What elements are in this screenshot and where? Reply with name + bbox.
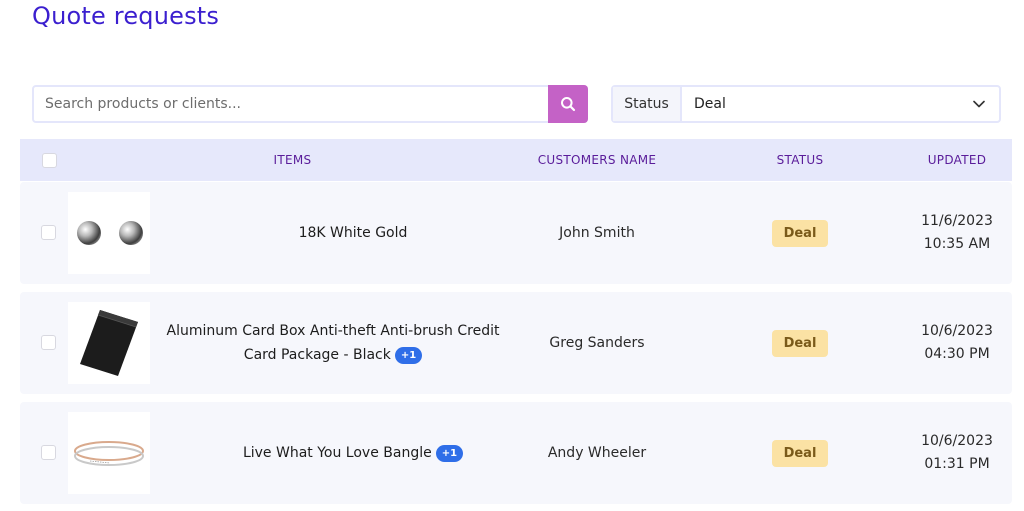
earrings-image: [77, 221, 143, 245]
customer-name: Greg Sanders: [549, 335, 645, 351]
updated-date: 11/6/2023: [921, 213, 993, 229]
updated-cell: 10/6/2023 04:30 PM: [900, 292, 1014, 394]
customer-name: Andy Wheeler: [547, 445, 647, 461]
select-all-checkbox[interactable]: [42, 152, 57, 168]
updated-cell: 11/6/2023 10:35 AM: [900, 182, 1014, 284]
table-row[interactable]: Live What You Love Bangle +1 Andy Wheeler…: [20, 402, 1012, 504]
status-cell: Deal: [758, 182, 842, 284]
status-badge: Deal: [771, 329, 829, 357]
product-thumbnail: [68, 412, 150, 494]
status-badge: Deal: [771, 219, 829, 247]
quote-requests-page: Quote requests Status Deal: [0, 0, 1024, 511]
status-filter-label: Status: [613, 87, 682, 121]
status-select-value: Deal: [694, 96, 726, 112]
item-name-cell: Live What You Love Bangle +1: [160, 402, 506, 504]
column-header-status[interactable]: STATUS: [750, 139, 850, 181]
updated-date: 10/6/2023: [921, 433, 993, 449]
page-title: Quote requests: [32, 2, 220, 30]
table-header: ITEMS CUSTOMERS NAME STATUS UPDATED: [20, 139, 1012, 181]
status-cell: Deal: [758, 402, 842, 504]
updated-time: 01:31 PM: [924, 456, 990, 472]
card-box-image: [80, 310, 138, 376]
bangle-image: [74, 441, 144, 466]
status-badge: Deal: [771, 439, 829, 467]
item-name[interactable]: Aluminum Card Box Anti-theft Anti-brush …: [167, 323, 500, 363]
product-thumbnail: [68, 302, 150, 384]
select-all-cell: [42, 139, 57, 181]
extra-items-badge[interactable]: +1: [394, 346, 423, 364]
customer-name: John Smith: [559, 225, 635, 241]
item-name-cell: 18K White Gold: [160, 182, 506, 284]
updated-cell: 10/6/2023 01:31 PM: [900, 402, 1014, 504]
table-row[interactable]: 18K White Gold John Smith Deal 11/6/2023…: [20, 182, 1012, 284]
search-icon: [560, 96, 576, 112]
search-button[interactable]: [548, 85, 588, 123]
table-row[interactable]: Aluminum Card Box Anti-theft Anti-brush …: [20, 292, 1012, 394]
updated-time: 10:35 AM: [923, 236, 991, 252]
status-filter: Status Deal: [611, 85, 1001, 123]
chevron-down-icon: [973, 100, 985, 108]
search-input[interactable]: [34, 87, 548, 121]
item-name[interactable]: Live What You Love Bangle: [243, 445, 432, 461]
item-name-cell: Aluminum Card Box Anti-theft Anti-brush …: [160, 292, 506, 394]
row-checkbox[interactable]: [41, 445, 56, 460]
column-header-updated[interactable]: UPDATED: [900, 139, 1014, 181]
search-bar: [32, 85, 588, 123]
status-select[interactable]: Deal: [682, 87, 999, 121]
row-checkbox[interactable]: [41, 225, 56, 240]
row-checkbox[interactable]: [41, 335, 56, 350]
product-thumbnail: [68, 192, 150, 274]
updated-time: 04:30 PM: [924, 346, 990, 362]
extra-items-badge[interactable]: +1: [435, 444, 464, 462]
column-header-customer[interactable]: CUSTOMERS NAME: [506, 139, 688, 181]
updated-date: 10/6/2023: [921, 323, 993, 339]
item-name[interactable]: 18K White Gold: [259, 221, 408, 245]
column-header-items[interactable]: ITEMS: [160, 139, 425, 181]
status-cell: Deal: [758, 292, 842, 394]
